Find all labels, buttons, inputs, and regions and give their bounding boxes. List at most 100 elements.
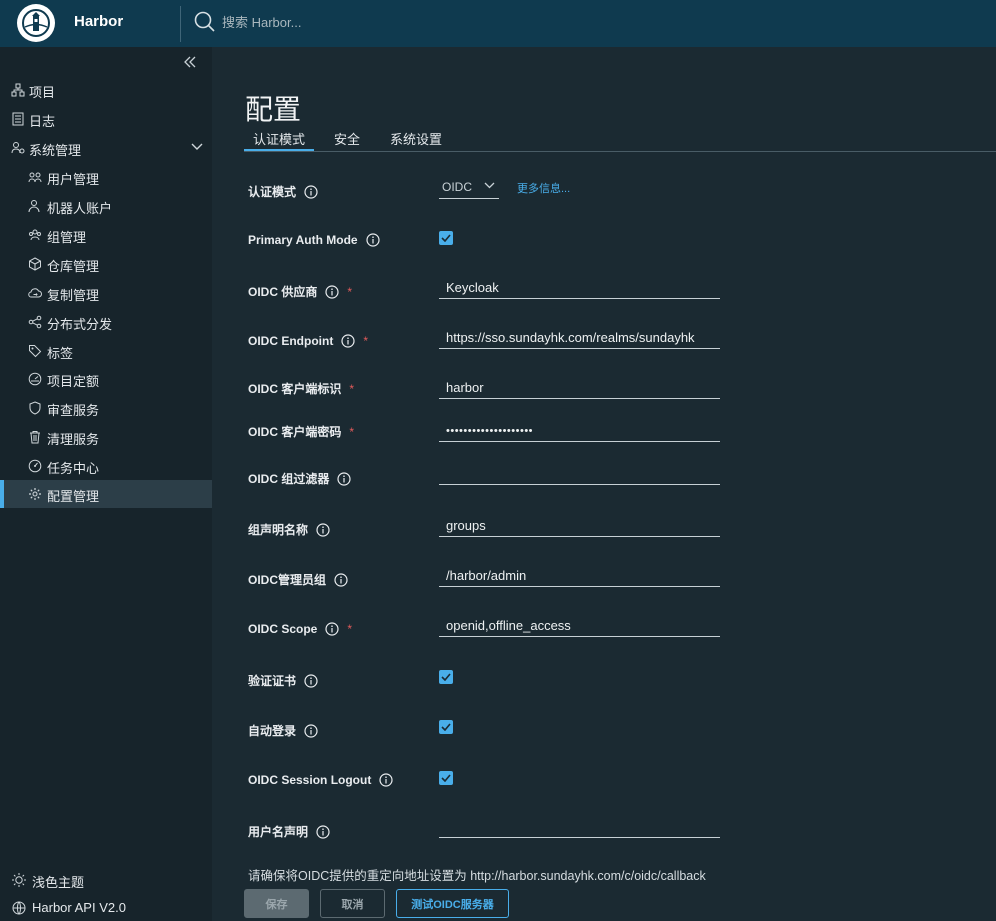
auth-mode-select[interactable]: OIDC <box>439 178 499 199</box>
info-icon[interactable] <box>334 572 348 587</box>
sidebar-item-configuration[interactable]: 配置管理 <box>0 480 212 508</box>
tabs-divider <box>244 151 996 152</box>
sidebar-item-groups[interactable]: 组管理 <box>0 221 212 249</box>
sidebar-item-label: 组管理 <box>47 230 87 245</box>
sidebar: 项目 日志 系统管理 用户管理 机器人账户 组管理 仓库管理 复制管理 分布式分… <box>0 47 212 921</box>
sidebar-item-label: 复制管理 <box>47 288 100 303</box>
shield-icon <box>29 401 41 415</box>
group-claim-name-label: 组声明名称 <box>248 521 330 538</box>
required-marker: * <box>347 284 353 299</box>
oidc-admin-group-label: OIDC管理员组 <box>248 571 348 588</box>
info-icon[interactable] <box>316 824 330 839</box>
sidebar-item-label: 审查服务 <box>47 403 100 418</box>
group-claim-name-input[interactable] <box>439 515 720 537</box>
primary-auth-mode-checkbox[interactable] <box>439 231 453 245</box>
oidc-client-secret-label: OIDC 客户端密码 * <box>248 423 354 440</box>
checkmark-icon <box>441 723 451 731</box>
checkmark-icon <box>441 234 451 242</box>
cancel-button[interactable]: 取消 <box>320 889 385 918</box>
required-marker: * <box>349 424 355 439</box>
sidebar-item-projects[interactable]: 项目 <box>0 76 212 104</box>
oidc-endpoint-label: OIDC Endpoint * <box>248 334 368 348</box>
info-icon[interactable] <box>304 184 318 199</box>
auth-mode-label: 认证模式 <box>248 183 318 200</box>
sidebar-item-replications[interactable]: 复制管理 <box>0 279 212 307</box>
primary-auth-mode-label-text: Primary Auth Mode <box>248 233 358 247</box>
sidebar-item-label: 标签 <box>47 346 74 361</box>
oidc-endpoint-input[interactable] <box>439 327 720 349</box>
sidebar-item-clean-up[interactable]: 清理服务 <box>0 423 212 451</box>
sidebar-item-label: 任务中心 <box>47 461 100 476</box>
oidc-client-id-label-text: OIDC 客户端标识 <box>248 382 342 396</box>
oidc-provider-input[interactable] <box>439 277 720 299</box>
sidebar-item-interrogation-services[interactable]: 审查服务 <box>0 394 212 422</box>
oidc-admin-group-input[interactable] <box>439 565 720 587</box>
oidc-scope-input[interactable] <box>439 615 720 637</box>
more-info-link[interactable]: 更多信息... <box>517 180 570 196</box>
info-icon[interactable] <box>316 522 330 537</box>
oidc-group-filter-input[interactable] <box>439 463 720 485</box>
info-icon[interactable] <box>304 723 318 738</box>
sidebar-item-label: 日志 <box>29 114 56 129</box>
oidc-admin-group-label-text: OIDC管理员组 <box>248 573 327 587</box>
verify-cert-label: 验证证书 <box>248 672 318 689</box>
sun-icon <box>12 873 26 887</box>
dashboard-gauge-icon <box>28 372 42 386</box>
save-button[interactable]: 保存 <box>244 889 309 918</box>
search-input[interactable] <box>222 12 522 32</box>
info-icon[interactable] <box>325 284 339 299</box>
info-icon[interactable] <box>337 471 351 486</box>
sidebar-item-label: 项目定额 <box>47 374 100 389</box>
sidebar-item-label: 项目 <box>29 85 56 100</box>
theme-toggle[interactable]: 浅色主题 <box>0 868 212 892</box>
sidebar-item-system-admin[interactable]: 系统管理 <box>0 134 212 162</box>
sidebar-item-job-service[interactable]: 任务中心 <box>0 452 212 480</box>
groups-icon <box>29 229 41 241</box>
oidc-client-secret-input[interactable] <box>439 420 720 442</box>
required-marker: * <box>347 622 353 636</box>
sidebar-item-logs[interactable]: 日志 <box>0 105 212 133</box>
info-icon[interactable] <box>365 233 380 247</box>
projects-icon <box>11 83 25 97</box>
collapse-sidebar-icon[interactable] <box>183 55 197 69</box>
oidc-client-id-input[interactable] <box>439 377 720 399</box>
test-oidc-server-button[interactable]: 测试OIDC服务器 <box>396 889 509 918</box>
username-claim-input[interactable] <box>439 816 720 838</box>
speedometer-icon <box>28 459 42 473</box>
chevron-down-icon[interactable] <box>191 143 203 151</box>
auth-mode-label-text: 认证模式 <box>248 185 297 199</box>
info-icon[interactable] <box>304 673 318 688</box>
session-logout-label: OIDC Session Logout <box>248 773 393 787</box>
brand-name[interactable]: Harbor <box>74 13 123 30</box>
sidebar-item-users[interactable]: 用户管理 <box>0 163 212 191</box>
sidebar-item-quotas[interactable]: 项目定额 <box>0 365 212 393</box>
group-claim-name-label-text: 组声明名称 <box>248 523 309 537</box>
tab-system-settings[interactable]: 系统设置 <box>390 129 442 148</box>
oidc-group-filter-label: OIDC 组过滤器 <box>248 470 351 487</box>
sidebar-item-distributions[interactable]: 分布式分发 <box>0 308 212 336</box>
sidebar-item-label: 用户管理 <box>47 172 100 187</box>
sidebar-item-robot-accounts[interactable]: 机器人账户 <box>0 192 212 220</box>
tab-auth-mode[interactable]: 认证模式 <box>243 129 315 152</box>
robot-account-icon <box>28 200 40 213</box>
auto-onboard-checkbox[interactable] <box>439 720 453 734</box>
oidc-client-secret-label-text: OIDC 客户端密码 <box>248 425 342 439</box>
info-icon[interactable] <box>325 622 339 636</box>
tab-security[interactable]: 安全 <box>334 129 360 148</box>
info-icon[interactable] <box>341 334 355 348</box>
oidc-endpoint-label-text: OIDC Endpoint <box>248 334 334 348</box>
username-claim-label-text: 用户名声明 <box>248 825 309 839</box>
tag-icon <box>29 345 42 358</box>
sidebar-item-registries[interactable]: 仓库管理 <box>0 250 212 278</box>
harbor-logo-icon[interactable] <box>17 4 55 42</box>
auto-onboard-label: 自动登录 <box>248 722 318 739</box>
info-icon[interactable] <box>379 773 393 787</box>
api-link[interactable]: Harbor API V2.0 <box>0 896 212 920</box>
sidebar-item-labels[interactable]: 标签 <box>0 337 212 365</box>
oidc-scope-label: OIDC Scope * <box>248 622 352 636</box>
trash-icon <box>30 431 40 444</box>
search-icon <box>194 11 215 32</box>
session-logout-checkbox[interactable] <box>439 771 453 785</box>
share-icon <box>28 315 42 329</box>
verify-cert-checkbox[interactable] <box>439 670 453 684</box>
